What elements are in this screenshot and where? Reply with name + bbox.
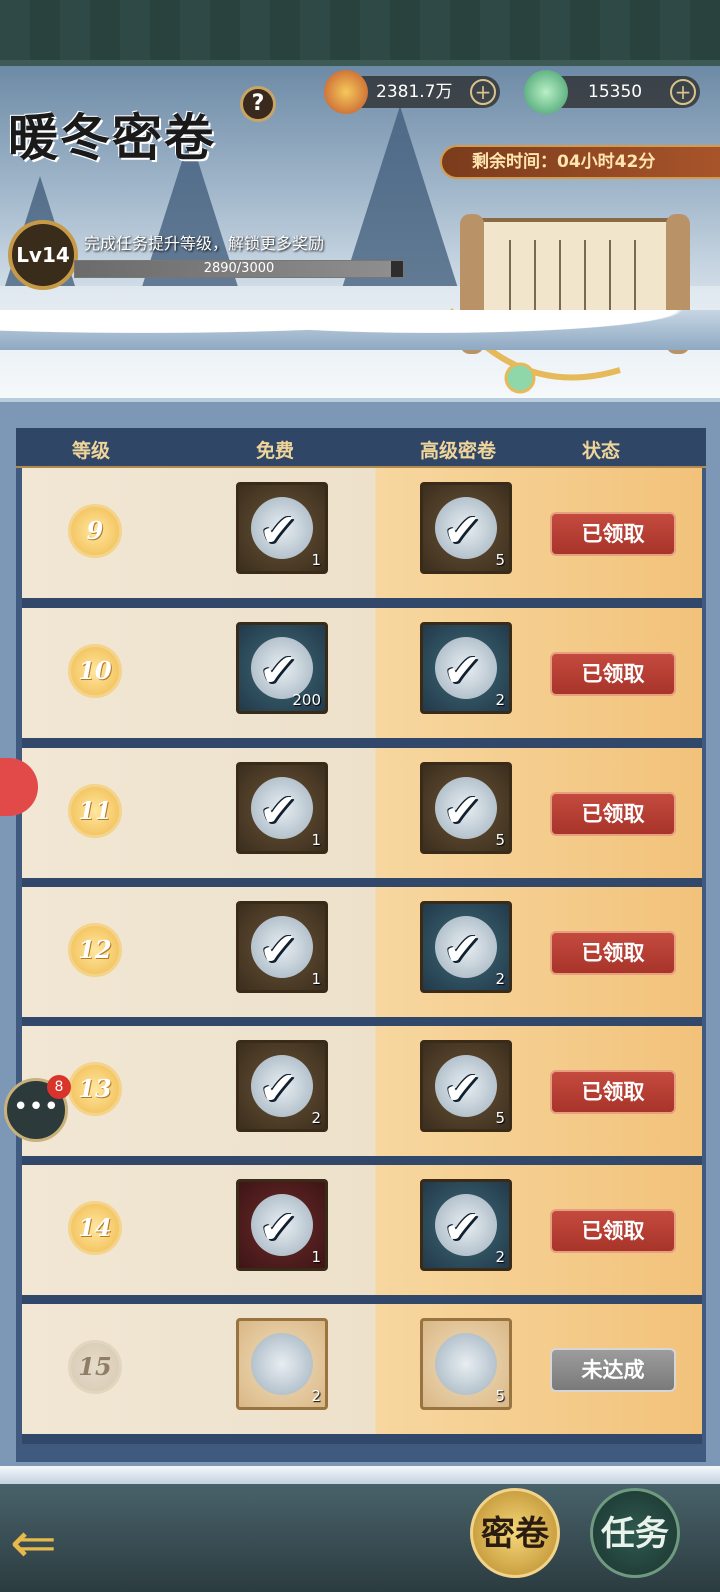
premium-reward-item[interactable]: ✔ 5 xyxy=(420,482,512,574)
premium-reward-item[interactable]: ✔ 2 xyxy=(420,622,512,714)
reward-quantity: 200 xyxy=(292,691,321,709)
header-free: 免费 xyxy=(256,440,295,462)
reward-quantity: 1 xyxy=(311,551,321,569)
reward-quantity: 2 xyxy=(495,1248,505,1266)
claimed-button[interactable]: 已领取 xyxy=(550,1070,676,1114)
reward-item-icon xyxy=(435,1333,497,1395)
reward-row-11: 11 ✔ 1 ✔ 5 已领取 xyxy=(22,748,702,888)
reward-quantity: 5 xyxy=(495,551,505,569)
header-premium: 高级密卷 xyxy=(420,440,497,462)
snow-ledge xyxy=(0,310,720,350)
gold-currency: 2381.7万 + xyxy=(324,70,500,114)
reward-row-9: 9 ✔ 1 ✔ 5 已领取 xyxy=(22,468,702,608)
reward-row-10: 10 ✔ 200 ✔ 2 已领取 xyxy=(22,608,702,748)
free-reward-item[interactable]: ✔ 1 xyxy=(236,1179,328,1271)
level-number: 13 xyxy=(68,1062,122,1116)
premium-reward-item[interactable]: 5 xyxy=(420,1318,512,1410)
free-reward-item[interactable]: ✔ 200 xyxy=(236,622,328,714)
checkmark-icon: ✔ xyxy=(259,1061,298,1115)
reward-quantity: 1 xyxy=(311,831,321,849)
reward-quantity: 5 xyxy=(495,831,505,849)
add-jade-button[interactable]: + xyxy=(670,79,696,105)
chat-button[interactable]: ••• 8 xyxy=(4,1075,71,1142)
reward-quantity: 1 xyxy=(311,1248,321,1266)
remaining-time: 剩余时间：04小时42分 xyxy=(440,145,720,179)
checkmark-icon: ✔ xyxy=(259,783,298,837)
gold-coin-icon xyxy=(324,70,368,114)
add-gold-button[interactable]: + xyxy=(470,79,496,105)
title-area: 暖冬密卷 xyxy=(0,80,260,170)
claimed-button[interactable]: 已领取 xyxy=(550,512,676,556)
help-button[interactable]: ? xyxy=(240,86,276,122)
not-reached-button[interactable]: 未达成 xyxy=(550,1348,676,1392)
level-progress-bar: 2890/3000 xyxy=(74,260,404,278)
top-bar xyxy=(0,0,720,66)
tab-scroll[interactable]: 密卷 xyxy=(470,1488,560,1578)
checkmark-icon: ✔ xyxy=(443,1200,482,1254)
reward-row-13: 13 ✔ 2 ✔ 5 已领取 xyxy=(22,1026,702,1166)
jade-amount: 15350 xyxy=(588,82,643,102)
reward-quantity: 2 xyxy=(495,691,505,709)
claimed-button[interactable]: 已领取 xyxy=(550,792,676,836)
free-reward-item[interactable]: ✔ 1 xyxy=(236,762,328,854)
level-number: 12 xyxy=(68,923,122,977)
jade-icon xyxy=(524,70,568,114)
level-number: 14 xyxy=(68,1201,122,1255)
level-number: 10 xyxy=(68,644,122,698)
free-reward-item[interactable]: ✔ 1 xyxy=(236,901,328,993)
gold-amount: 2381.7万 xyxy=(376,82,453,102)
premium-reward-item[interactable]: ✔ 2 xyxy=(420,901,512,993)
reward-quantity: 1 xyxy=(311,970,321,988)
premium-reward-item[interactable]: ✔ 5 xyxy=(420,762,512,854)
free-reward-item[interactable]: ✔ 1 xyxy=(236,482,328,574)
reward-quantity: 2 xyxy=(311,1109,321,1127)
claimed-button[interactable]: 已领取 xyxy=(550,652,676,696)
header-status: 状态 xyxy=(582,440,621,462)
free-reward-item[interactable]: ✔ 2 xyxy=(236,1040,328,1132)
reward-quantity: 2 xyxy=(495,970,505,988)
level-progress-text: 2890/3000 xyxy=(203,261,275,276)
checkmark-icon: ✔ xyxy=(443,783,482,837)
reward-quantity: 2 xyxy=(311,1387,321,1405)
checkmark-icon: ✔ xyxy=(443,643,482,697)
reward-row-15: 15 2 5 未达成 xyxy=(22,1304,702,1444)
claimed-button[interactable]: 已领取 xyxy=(550,931,676,975)
level-number: 15 xyxy=(68,1340,122,1394)
reward-row-14: 14 ✔ 1 ✔ 2 已领取 xyxy=(22,1165,702,1305)
table-header: 等级 免费 高级密卷 状态 xyxy=(16,428,706,468)
premium-reward-item[interactable]: ✔ 5 xyxy=(420,1040,512,1132)
checkmark-icon: ✔ xyxy=(259,922,298,976)
free-reward-item[interactable]: 2 xyxy=(236,1318,328,1410)
scroll-illustration xyxy=(447,214,690,394)
checkmark-icon: ✔ xyxy=(259,643,298,697)
header-level: 等级 xyxy=(72,440,111,462)
premium-reward-item[interactable]: ✔ 2 xyxy=(420,1179,512,1271)
checkmark-icon: ✔ xyxy=(443,922,482,976)
level-number: 9 xyxy=(68,504,122,558)
back-arrow-icon[interactable]: ⇐ xyxy=(10,1516,100,1576)
checkmark-icon: ✔ xyxy=(259,1200,298,1254)
chat-unread-badge: 8 xyxy=(47,1075,71,1099)
reward-quantity: 5 xyxy=(495,1387,505,1405)
level-badge: Lv14 xyxy=(8,220,78,290)
tab-tasks[interactable]: 任务 xyxy=(590,1488,680,1578)
checkmark-icon: ✔ xyxy=(259,503,298,557)
page-title: 暖冬密卷 xyxy=(8,108,216,167)
reward-item-icon xyxy=(251,1333,313,1395)
bottom-nav: ⇐ 密卷 任务 xyxy=(0,1466,720,1592)
reward-quantity: 5 xyxy=(495,1109,505,1127)
level-number: 11 xyxy=(68,784,122,838)
checkmark-icon: ✔ xyxy=(443,503,482,557)
level-description: 完成任务提升等级，解锁更多奖励 xyxy=(84,234,325,253)
claimed-button[interactable]: 已领取 xyxy=(550,1209,676,1253)
checkmark-icon: ✔ xyxy=(443,1061,482,1115)
jade-currency: 15350 + xyxy=(524,70,700,114)
reward-row-12: 12 ✔ 1 ✔ 2 已领取 xyxy=(22,887,702,1027)
